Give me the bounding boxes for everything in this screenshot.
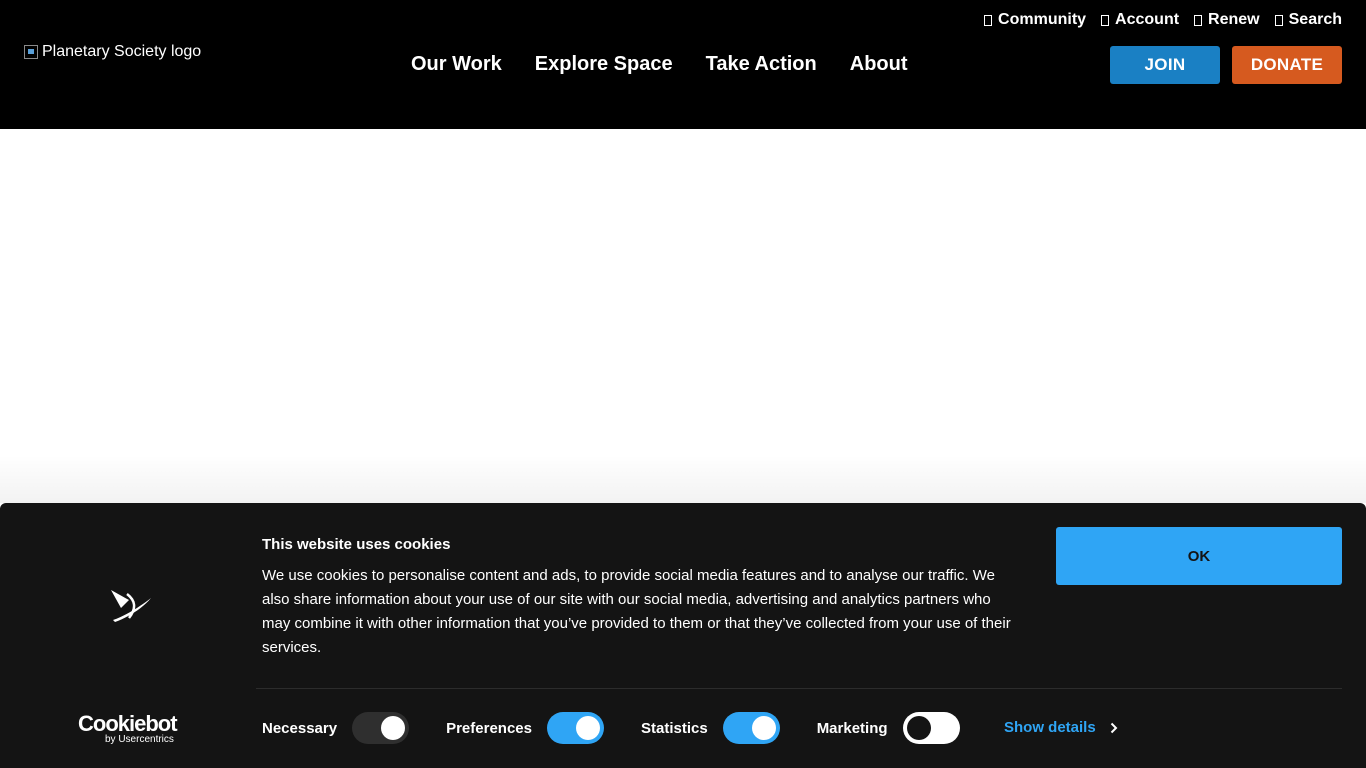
- statistics-label: Statistics: [640, 719, 708, 737]
- show-details-link[interactable]: Show details: [1004, 719, 1118, 736]
- nav-take-action[interactable]: Take Action: [706, 52, 817, 76]
- site-header: Planetary Society logo Community Account…: [0, 0, 1366, 129]
- chevron-right-icon: [1110, 722, 1118, 733]
- search-icon: [1274, 14, 1283, 26]
- renew-label: Renew: [1208, 11, 1260, 28]
- toggle-knob: [575, 716, 600, 740]
- preferences-label: Preferences: [446, 719, 532, 737]
- show-details-label: Show details: [1004, 719, 1096, 736]
- cookiebot-wordmark: Cookiebot: [78, 711, 178, 736]
- main-nav: Our Work Explore Space Take Action About: [411, 52, 908, 76]
- toggle-preferences-group: Preferences: [446, 712, 604, 744]
- account-label: Account: [1115, 11, 1180, 28]
- donate-button[interactable]: DONATE: [1232, 46, 1342, 84]
- account-icon: [1101, 14, 1110, 26]
- cookiebot-logo[interactable]: Cookiebot by Usercentrics: [78, 712, 182, 746]
- search-label: Search: [1288, 11, 1342, 28]
- nav-about[interactable]: About: [850, 52, 908, 76]
- marketing-label: Marketing: [816, 719, 888, 737]
- toggle-necessary-group: Necessary: [262, 712, 410, 744]
- consent-toggles: Necessary Preferences Statistics Marketi…: [262, 712, 960, 744]
- marketing-toggle[interactable]: [902, 712, 960, 744]
- renew-icon: [1194, 14, 1203, 26]
- cookie-banner: Cookiebot by Usercentrics This website u…: [0, 503, 1366, 768]
- cookie-banner-text: We use cookies to personalise content an…: [262, 567, 1011, 656]
- necessary-label: Necessary: [262, 719, 338, 737]
- preferences-toggle[interactable]: [546, 712, 604, 744]
- logo-alt-text: Planetary Society logo: [42, 43, 202, 60]
- account-link[interactable]: Account: [1101, 11, 1179, 29]
- planetary-society-logo[interactable]: Planetary Society logo: [24, 43, 201, 61]
- toggle-statistics-group: Statistics: [641, 712, 780, 744]
- broken-image-icon: [24, 45, 38, 59]
- community-link[interactable]: Community: [984, 11, 1086, 29]
- necessary-toggle: [352, 712, 410, 744]
- ok-button[interactable]: OK: [1056, 527, 1342, 585]
- statistics-toggle[interactable]: [722, 712, 780, 744]
- cookie-banner-title: This website uses cookies: [262, 536, 451, 553]
- search-link[interactable]: Search: [1274, 11, 1342, 29]
- toggle-knob: [381, 716, 406, 740]
- cookiebot-byline: by Usercentrics: [105, 734, 174, 745]
- cookie-divider: [256, 688, 1342, 689]
- toggle-knob: [751, 716, 776, 740]
- join-button[interactable]: JOIN: [1110, 46, 1220, 84]
- community-label: Community: [998, 11, 1087, 28]
- nav-explore-space[interactable]: Explore Space: [535, 52, 673, 76]
- content-shade: [0, 455, 1366, 503]
- renew-link[interactable]: Renew: [1194, 11, 1260, 29]
- toggle-knob: [906, 716, 931, 740]
- nav-our-work[interactable]: Our Work: [411, 52, 502, 76]
- planetary-society-mark-icon: [111, 590, 151, 622]
- utility-nav: Community Account Renew Search: [984, 11, 1342, 29]
- toggle-marketing-group: Marketing: [817, 712, 960, 744]
- community-icon: [984, 14, 993, 26]
